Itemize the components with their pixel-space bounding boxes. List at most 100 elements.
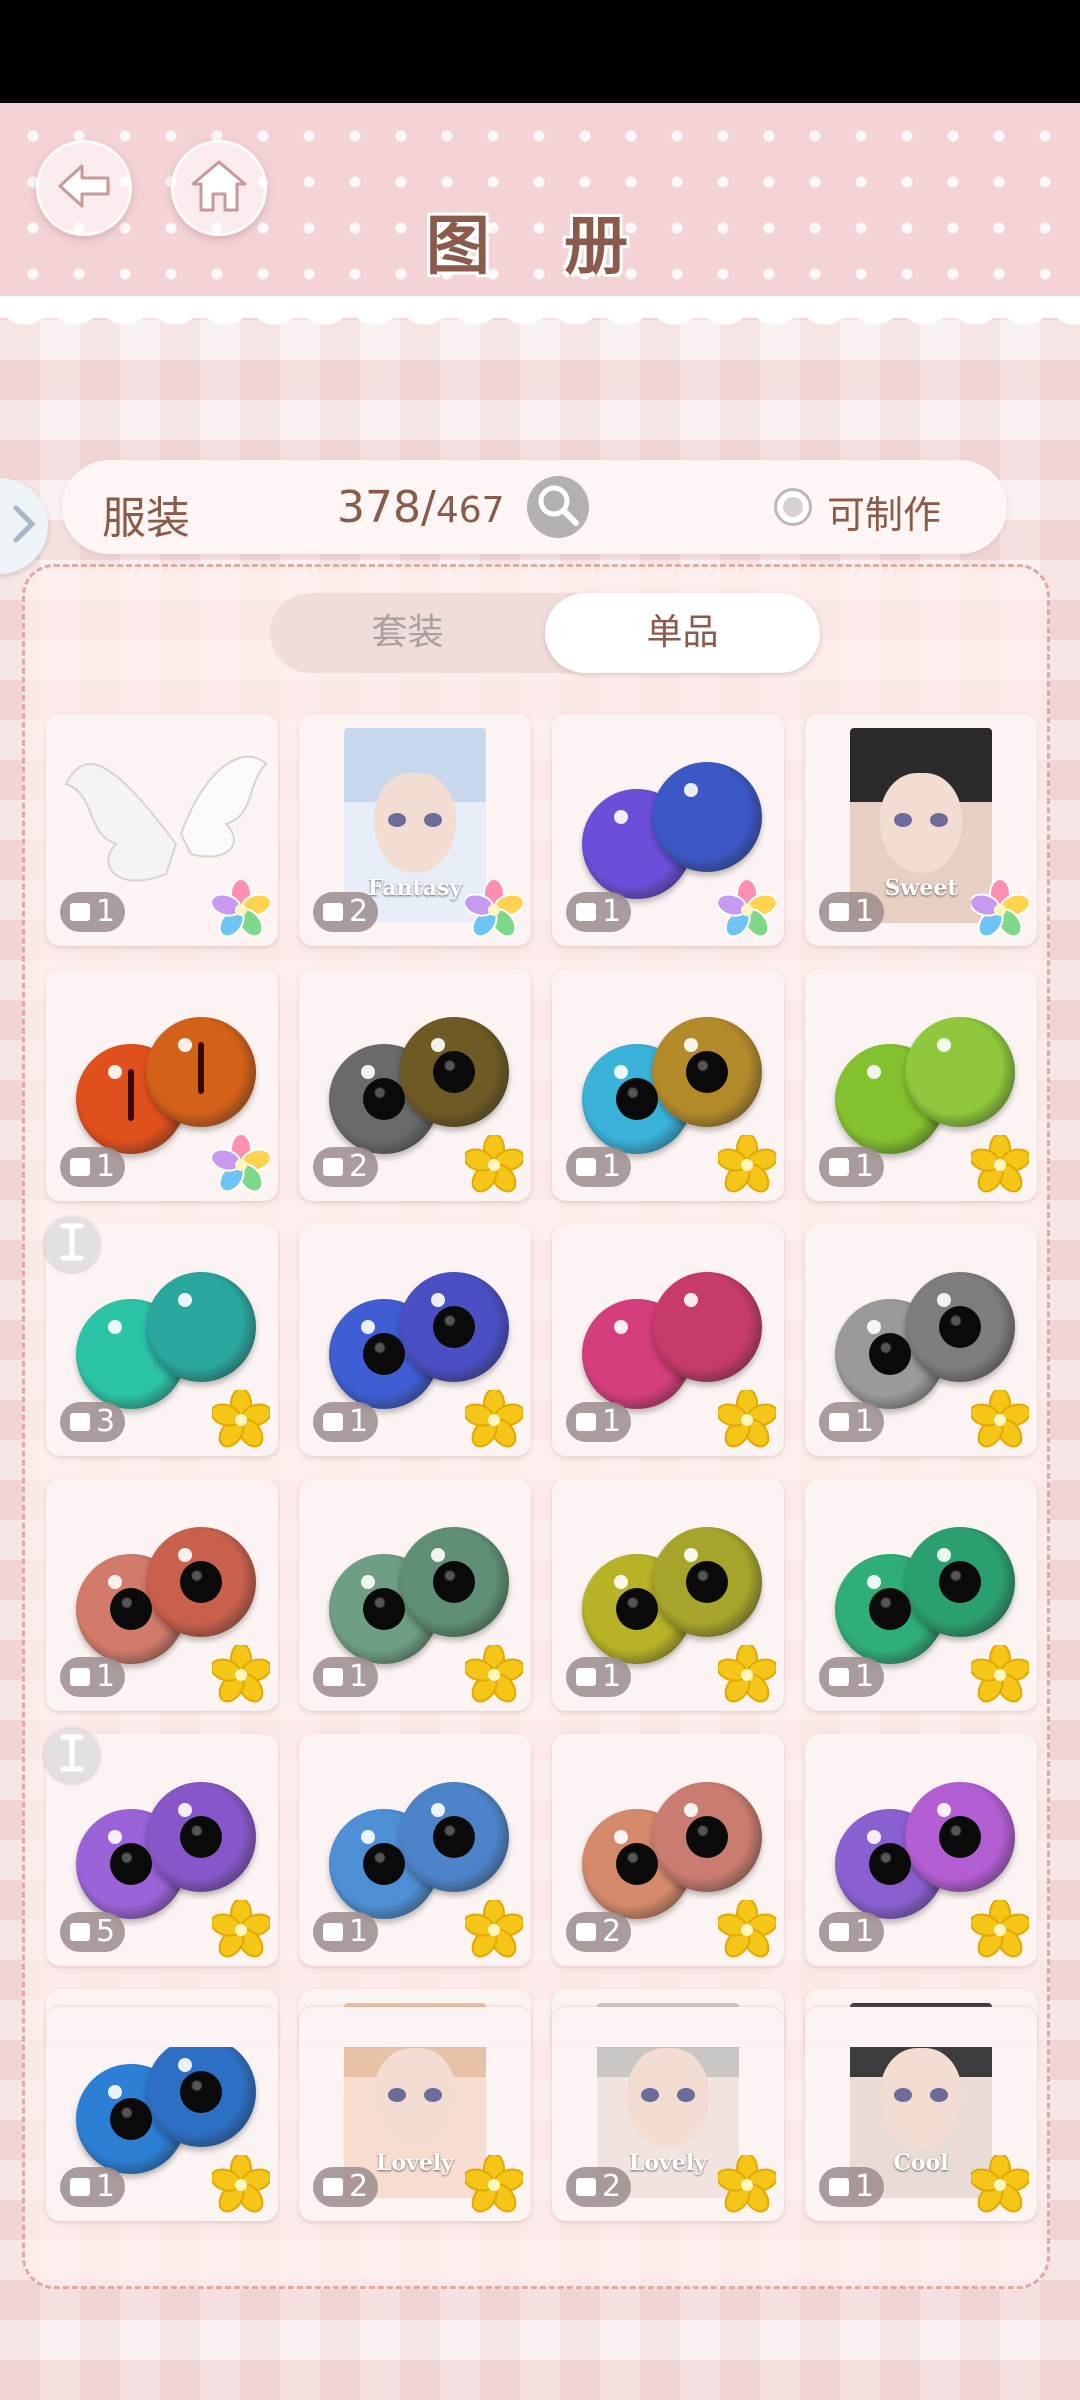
portrait-eye <box>388 813 406 827</box>
side-drawer-tab[interactable] <box>0 478 48 574</box>
pupil <box>180 1561 222 1603</box>
craftable-radio[interactable] <box>774 488 812 526</box>
pupil <box>363 1843 405 1885</box>
pupil <box>433 1051 475 1093</box>
owned-badge: 2 <box>313 1147 379 1187</box>
grid-next-row <box>552 2007 784 2047</box>
item-card[interactable]: 2 <box>552 1734 784 1966</box>
owned-badge-count: 1 <box>855 1914 875 1949</box>
box-icon <box>576 1158 596 1176</box>
total-count: 467 <box>435 490 505 531</box>
portrait-eye <box>894 2088 912 2102</box>
lens-shine <box>684 1803 698 1817</box>
gold-star-icon <box>969 2153 1031 2213</box>
lens-shine <box>108 2085 122 2099</box>
owned-count: 378/ <box>337 482 436 533</box>
grid-next-row <box>46 2007 278 2047</box>
lens-shine <box>361 1065 375 1079</box>
owned-badge-count: 2 <box>349 2169 369 2204</box>
owned-badge-count: 1 <box>855 1149 875 1184</box>
item-card[interactable]: Fantasy 2 <box>299 714 531 946</box>
item-card[interactable]: 1 <box>46 969 278 1201</box>
item-card[interactable]: 1 <box>552 1224 784 1456</box>
gold-star-icon <box>210 1898 272 1958</box>
lens-shine <box>108 1320 122 1334</box>
search-button[interactable] <box>527 476 589 538</box>
item-card[interactable]: 1 <box>46 1479 278 1711</box>
lens-shine <box>614 1320 628 1334</box>
status-bar <box>0 0 1080 103</box>
item-card[interactable]: 1 <box>552 1479 784 1711</box>
item-card[interactable]: 1 <box>299 1479 531 1711</box>
portrait-eye <box>930 2088 948 2102</box>
portrait-eye <box>894 813 912 827</box>
portrait-eye <box>930 813 948 827</box>
gold-star-icon <box>210 1388 272 1448</box>
lens-shine <box>361 1575 375 1589</box>
gold-star-icon <box>463 1898 525 1958</box>
owned-badge-count: 1 <box>96 1659 116 1694</box>
item-card[interactable]: 1 <box>46 714 278 946</box>
info-i-icon <box>59 1222 85 1266</box>
box-icon <box>576 1413 596 1431</box>
lens-right <box>652 762 762 872</box>
lens-shine <box>684 1038 698 1052</box>
owned-badge: 1 <box>60 2167 126 2207</box>
category-label[interactable]: 服装 <box>102 482 190 546</box>
rainbow-star-icon <box>210 878 272 938</box>
gold-star-icon <box>463 2153 525 2213</box>
item-card[interactable]: 1 <box>805 1734 1037 1966</box>
item-card[interactable]: 1 <box>552 714 784 946</box>
gold-star-icon <box>716 1133 778 1193</box>
item-card[interactable]: 1 <box>805 969 1037 1201</box>
gold-star-icon <box>463 1133 525 1193</box>
tab-single-items[interactable]: 单品 <box>545 593 820 673</box>
pupil <box>110 2098 152 2140</box>
gold-star-icon <box>210 2153 272 2213</box>
owned-badge: 1 <box>566 1147 632 1187</box>
lens-shine <box>937 1293 951 1307</box>
owned-badge: 1 <box>60 1147 126 1187</box>
pupil <box>616 1078 658 1120</box>
lens-shine <box>108 1830 122 1844</box>
owned-badge-count: 1 <box>602 1659 622 1694</box>
lens-shine <box>867 1575 881 1589</box>
lens-shine <box>614 1575 628 1589</box>
item-card[interactable]: 1 <box>552 969 784 1201</box>
collection-panel: 套装 单品 1 Fantasy 21 Sweet 112113111111151… <box>22 564 1050 2289</box>
item-card[interactable]: 2 <box>299 969 531 1201</box>
pupil <box>616 1588 658 1630</box>
owned-badge: 1 <box>313 1912 379 1952</box>
owned-badge-count: 2 <box>602 1914 622 1949</box>
info-tip-button[interactable] <box>44 1727 100 1783</box>
grid-next-row <box>805 2007 1037 2047</box>
gold-star-icon <box>716 1643 778 1703</box>
box-icon <box>323 1923 343 1941</box>
pupil <box>433 1816 475 1858</box>
lace-border <box>0 296 1080 366</box>
item-card[interactable]: 1 <box>299 1734 531 1966</box>
item-card[interactable]: 1 <box>805 1224 1037 1456</box>
pupil <box>433 1561 475 1603</box>
owned-badge: 1 <box>819 892 885 932</box>
owned-badge: 1 <box>60 1657 126 1697</box>
item-card[interactable]: 1 <box>805 1479 1037 1711</box>
box-icon <box>70 1923 90 1941</box>
craftable-label[interactable]: 可制作 <box>827 484 941 539</box>
owned-badge: 1 <box>313 1657 379 1697</box>
box-icon <box>576 1923 596 1941</box>
lens-shine <box>108 1575 122 1589</box>
item-card[interactable]: Sweet 1 <box>805 714 1037 946</box>
filter-bar: 服装 378/467 可制作 <box>62 460 1007 554</box>
item-card[interactable]: 1 <box>299 1224 531 1456</box>
box-icon <box>576 2178 596 2196</box>
gold-star-icon <box>969 1133 1031 1193</box>
slit-pupil <box>198 1042 204 1094</box>
owned-badge: 1 <box>566 1402 632 1442</box>
pupil <box>939 1306 981 1348</box>
box-icon <box>323 903 343 921</box>
box-icon <box>829 1158 849 1176</box>
pupil <box>110 1588 152 1630</box>
info-tip-button[interactable] <box>44 1216 100 1272</box>
tab-sets[interactable]: 套装 <box>270 593 545 673</box>
